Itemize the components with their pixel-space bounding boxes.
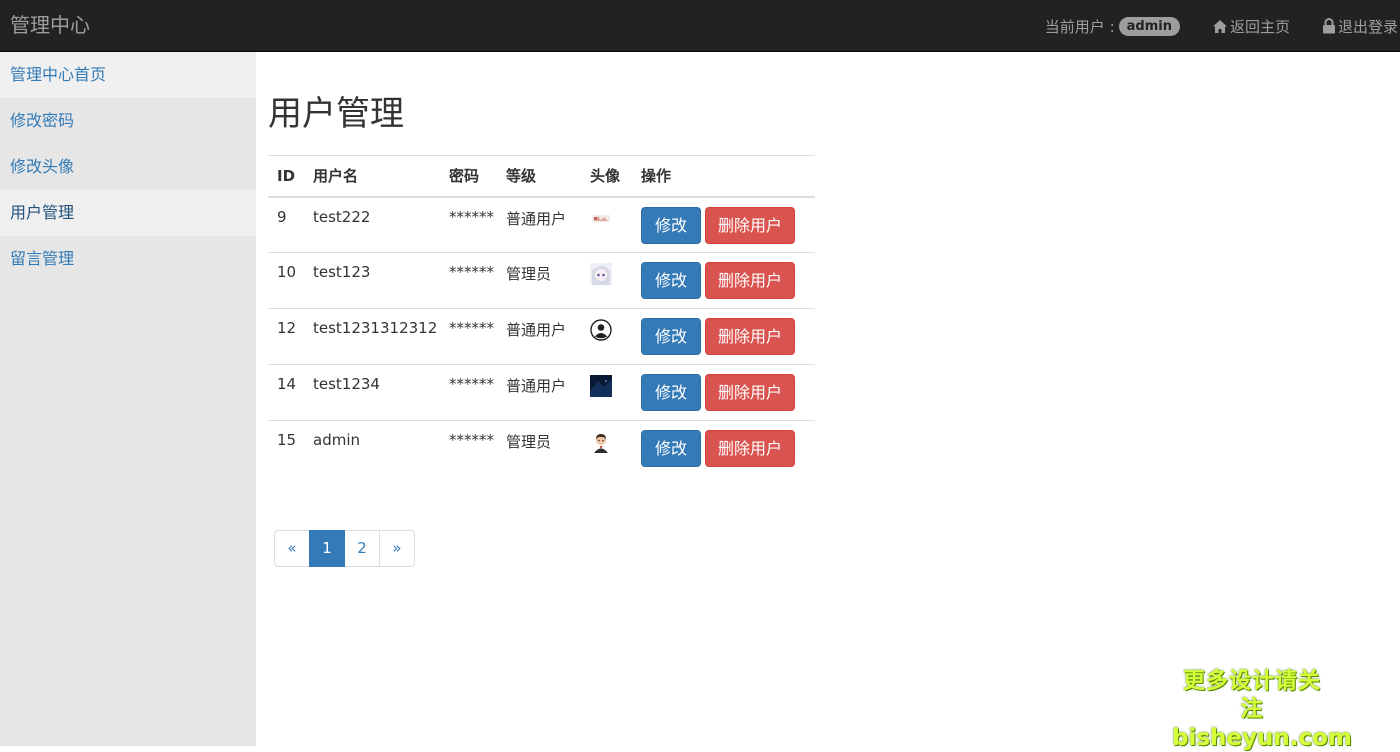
edit-button[interactable]: 修改 (641, 262, 701, 299)
column-header-username: 用户名 (304, 155, 440, 198)
current-user-badge: admin (1118, 16, 1180, 36)
cartoon-man-avatar-icon (594, 434, 608, 453)
delete-user-button[interactable]: 删除用户 (705, 374, 795, 411)
pagination: « 1 2 » (274, 530, 415, 567)
cell-username: test222 (304, 196, 440, 253)
edit-button[interactable]: 修改 (641, 430, 701, 467)
default-user-avatar-icon (590, 319, 612, 341)
sidebar-item-message-management[interactable]: 留言管理 (0, 236, 256, 282)
table-row: 15 admin ****** 管理员 修改 删除用户 (268, 420, 815, 477)
column-header-actions: 操作 (632, 155, 815, 198)
cell-avatar (581, 364, 632, 421)
cell-level: 管理员 (497, 252, 581, 309)
logout-link-label: 退出登录 (1337, 17, 1398, 36)
column-header-level: 等级 (497, 155, 581, 198)
table-row: 10 test123 ****** 管理员 修改 删除用户 (268, 252, 815, 309)
pagination-prev[interactable]: « (274, 530, 310, 567)
cell-id: 14 (268, 364, 304, 421)
cell-password: ****** (440, 364, 497, 421)
cell-actions: 修改 删除用户 (632, 252, 815, 309)
current-user-display: 当前用户 : admin (1045, 16, 1180, 37)
cell-username: test1231312312 (304, 308, 440, 365)
column-header-password: 密码 (440, 155, 497, 198)
cell-avatar (581, 420, 632, 477)
pagination-page-2[interactable]: 2 (344, 530, 380, 567)
cell-id: 9 (268, 196, 304, 253)
column-header-avatar: 头像 (581, 155, 632, 198)
cell-actions: 修改 删除用户 (632, 196, 815, 253)
cell-password: ****** (440, 196, 497, 253)
table-row: 14 test1234 ****** 普通用户 修改 删除用户 (268, 364, 815, 421)
cell-actions: 修改 删除用户 (632, 420, 815, 477)
anime-girl-avatar-icon (590, 263, 612, 285)
delete-user-button[interactable]: 删除用户 (705, 318, 795, 355)
edit-button[interactable]: 修改 (641, 206, 701, 244)
lock-icon (1322, 18, 1335, 34)
current-user-label: 当前用户 : (1044, 17, 1115, 36)
cell-level: 普通用户 (497, 308, 581, 365)
pagination-page-1[interactable]: 1 (309, 530, 345, 567)
top-navbar: 管理中心 当前用户 : admin 返回主页 退出登录 (0, 0, 1400, 52)
sidebar-item-change-avatar[interactable]: 修改头像 (0, 144, 256, 190)
cell-password: ****** (440, 252, 497, 309)
column-header-id: ID (268, 155, 304, 198)
cell-id: 10 (268, 252, 304, 309)
edit-button[interactable]: 修改 (641, 318, 701, 355)
pagination-next[interactable]: » (379, 530, 415, 567)
table-row: 12 test1231312312 ****** 普通用户 修改 删除用户 (268, 308, 815, 365)
delete-user-button[interactable]: 删除用户 (705, 430, 795, 467)
cell-id: 12 (268, 308, 304, 365)
cell-username: test123 (304, 252, 440, 309)
sidebar: 管理中心首页 修改密码 修改头像 用户管理 留言管理 (0, 52, 256, 746)
edit-button[interactable]: 修改 (641, 374, 701, 411)
brand-title[interactable]: 管理中心 (10, 10, 90, 40)
cell-id: 15 (268, 420, 304, 477)
delete-user-button[interactable]: 删除用户 (705, 206, 795, 244)
navbar-right: 当前用户 : admin 返回主页 退出登录 (1045, 0, 1400, 52)
cell-username: admin (304, 420, 440, 477)
cell-avatar (581, 196, 632, 253)
home-link[interactable]: 返回主页 (1212, 16, 1290, 37)
table-row: 9 test222 ****** 普通用户 修改 删除用户 (268, 196, 815, 253)
table-header-row: ID 用户名 密码 等级 头像 操作 (268, 155, 815, 198)
cell-avatar (581, 252, 632, 309)
delete-user-button[interactable]: 删除用户 (705, 262, 795, 299)
home-link-label: 返回主页 (1229, 17, 1290, 36)
cell-actions: 修改 删除用户 (632, 308, 815, 365)
cell-level: 普通用户 (497, 196, 581, 253)
home-icon (1212, 19, 1227, 33)
cell-actions: 修改 删除用户 (632, 364, 815, 421)
site-watermark: 更多设计请关注 bisheyun.com (1172, 668, 1352, 752)
page-title: 用户管理 (268, 94, 404, 134)
logout-link[interactable]: 退出登录 (1322, 16, 1398, 37)
drawing-avatar-icon (592, 214, 610, 222)
watermark-line-2: bisheyun.com (1172, 725, 1352, 751)
sidebar-item-dashboard[interactable]: 管理中心首页 (0, 52, 256, 98)
cell-username: test1234 (304, 364, 440, 421)
cell-password: ****** (440, 420, 497, 477)
cell-avatar (581, 308, 632, 365)
sidebar-item-change-password[interactable]: 修改密码 (0, 98, 256, 144)
sidebar-item-user-management[interactable]: 用户管理 (0, 190, 256, 236)
cell-level: 管理员 (497, 420, 581, 477)
watermark-line-1: 更多设计请关注 (1182, 669, 1321, 722)
cell-password: ****** (440, 308, 497, 365)
cell-level: 普通用户 (497, 364, 581, 421)
dark-image-avatar-icon (590, 375, 612, 397)
user-table: ID 用户名 密码 等级 头像 操作 9 test222 ****** 普通用户 (268, 155, 815, 477)
